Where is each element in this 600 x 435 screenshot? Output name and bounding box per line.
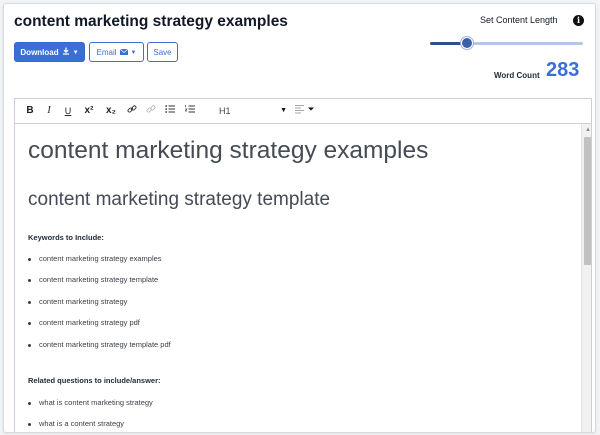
content-editor-card: content marketing strategy examples Down… — [3, 3, 596, 433]
document-heading-1: content marketing strategy examples — [28, 137, 429, 164]
rich-text-editor: B I U x² x₂ H1 ▼ content marketing strat… — [14, 98, 592, 432]
content-length-label: Set Content Length — [480, 15, 558, 25]
bullet — [28, 258, 31, 261]
scroll-up-arrow-icon[interactable]: ▲ — [585, 127, 591, 133]
page-title: content marketing strategy examples — [14, 13, 288, 30]
numbered-list-icon[interactable] — [184, 104, 195, 118]
slider-handle[interactable] — [461, 37, 473, 49]
content-length-slider[interactable] — [467, 42, 583, 45]
heading-select-value: H1 — [219, 106, 231, 116]
bullet — [28, 279, 31, 282]
keyword-item: content marketing strategy examples — [39, 254, 162, 263]
keyword-item: content marketing strategy — [39, 297, 128, 306]
editor-toolbar: B I U x² x₂ H1 ▼ — [15, 99, 591, 124]
chevron-down-icon: ▼ — [280, 107, 287, 114]
download-button-label: Download — [20, 48, 59, 57]
keyword-item: content marketing strategy template — [39, 275, 159, 284]
bullet — [28, 402, 31, 405]
question-item: what is content marketing strategy — [39, 398, 153, 407]
keywords-heading: Keywords to Include: — [28, 233, 104, 242]
heading-select[interactable]: H1 ▼ — [219, 104, 287, 118]
word-count-value: 283 — [546, 59, 580, 81]
download-icon — [62, 43, 70, 63]
bullet — [28, 423, 31, 426]
chevron-down-icon: ▼ — [130, 50, 137, 56]
email-button-label: Email — [96, 48, 117, 57]
bold-button[interactable]: B — [25, 104, 35, 118]
subscript-button[interactable]: x₂ — [103, 104, 119, 118]
info-icon[interactable]: i — [573, 15, 584, 26]
word-count-label: Word Count — [494, 71, 540, 80]
align-dropdown[interactable] — [294, 104, 316, 118]
bullet — [28, 344, 31, 347]
download-button[interactable]: Download ▼ — [14, 42, 85, 62]
document-heading-2: content marketing strategy template — [28, 189, 331, 210]
scrollbar-thumb[interactable] — [584, 137, 591, 265]
save-button[interactable]: Save — [147, 42, 178, 62]
email-button[interactable]: Email ▼ — [89, 42, 144, 62]
keyword-item: content marketing strategy pdf — [39, 318, 140, 327]
keyword-item: content marketing strategy template pdf — [39, 340, 171, 349]
superscript-button[interactable]: x² — [81, 104, 97, 118]
bullet — [28, 301, 31, 304]
bulleted-list-icon[interactable] — [164, 104, 175, 118]
questions-heading: Related questions to include/answer: — [28, 376, 161, 385]
bullet — [28, 322, 31, 325]
link-icon[interactable] — [126, 104, 137, 118]
underline-button[interactable]: U — [63, 104, 73, 118]
unlink-icon[interactable] — [145, 104, 156, 118]
italic-button[interactable]: I — [44, 104, 54, 118]
envelope-icon — [119, 43, 128, 63]
editor-scrollbar[interactable]: ▲ — [581, 124, 591, 432]
chevron-down-icon: ▼ — [72, 50, 79, 56]
editor-content[interactable]: content marketing strategy examples cont… — [15, 124, 581, 432]
question-item: what is a content strategy — [39, 419, 125, 428]
